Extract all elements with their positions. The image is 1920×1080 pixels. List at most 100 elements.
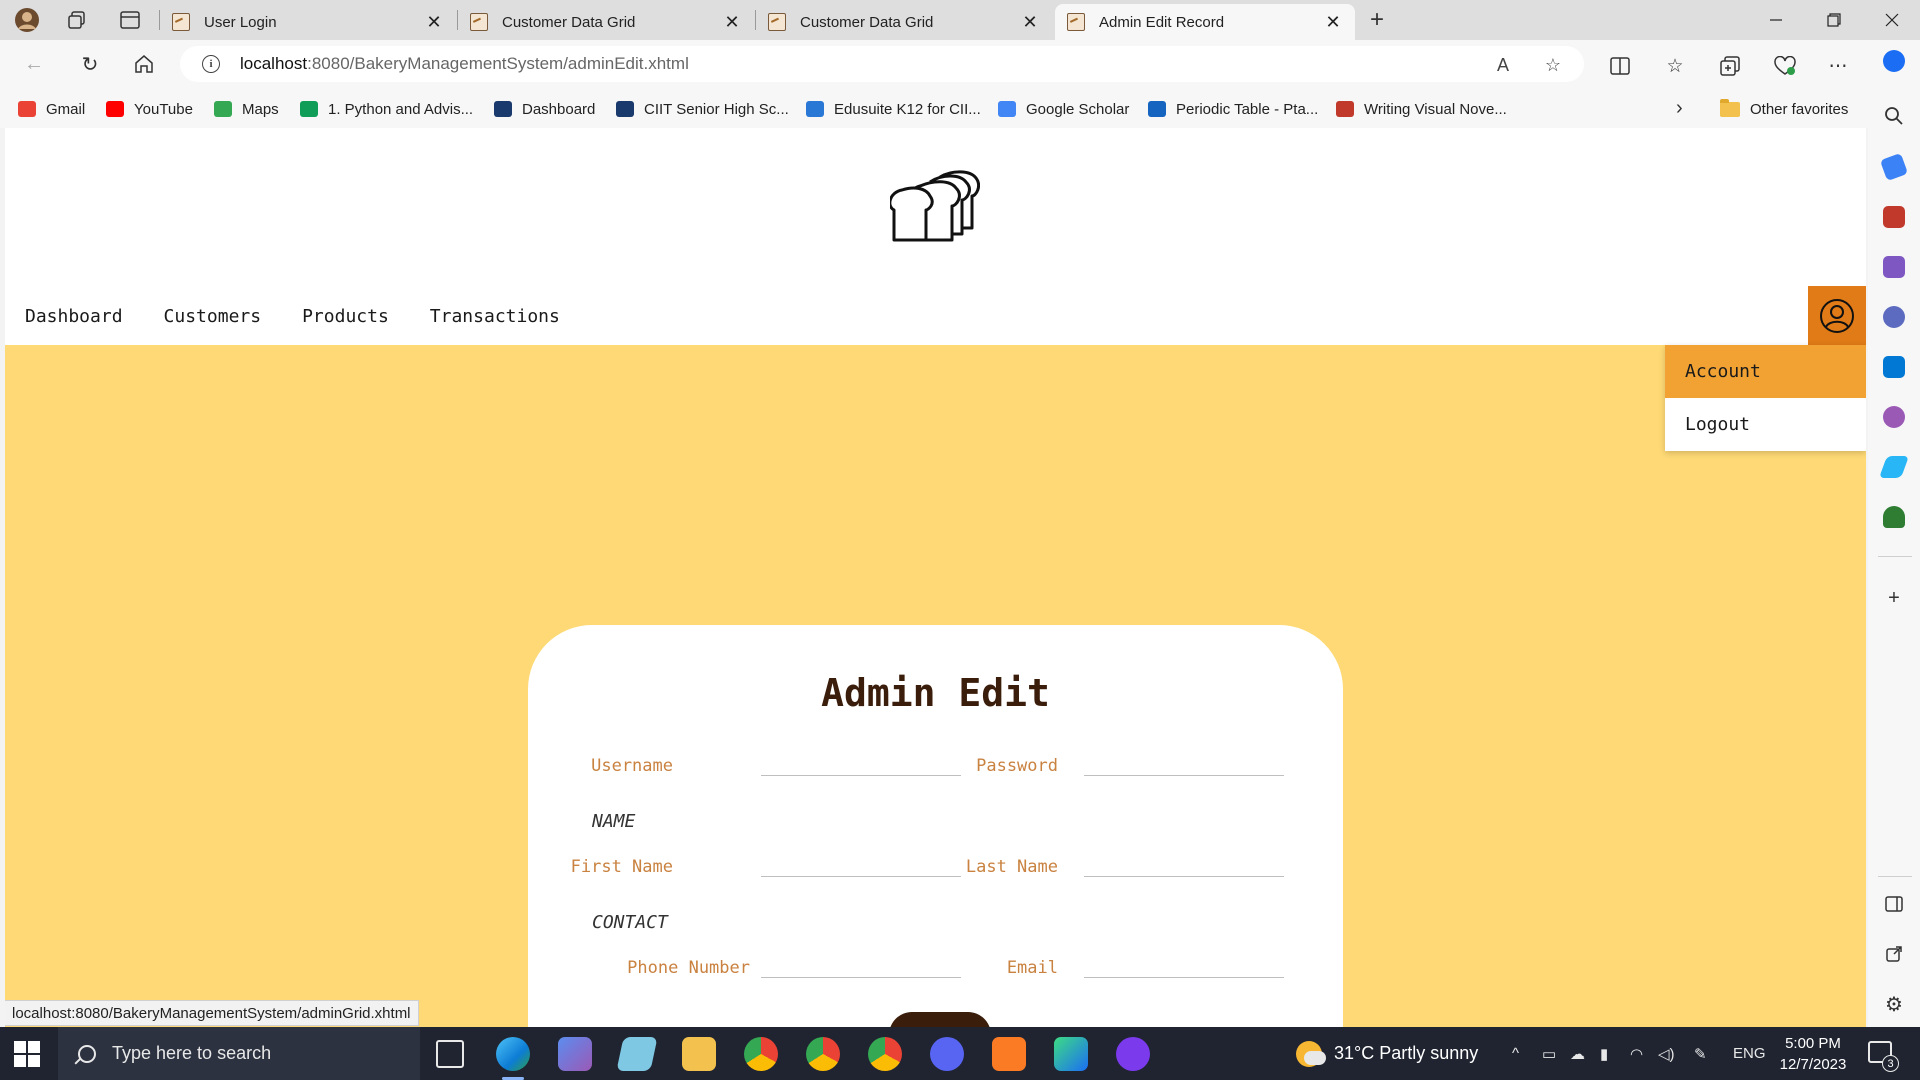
bookmark-edusuite[interactable]: Edusuite K12 for CII... [806, 98, 981, 120]
last-name-field[interactable] [1084, 851, 1284, 877]
external-link-icon[interactable] [1880, 940, 1908, 968]
meet-now-icon[interactable]: ▭ [1542, 1027, 1556, 1080]
tab-actions-button[interactable] [113, 6, 147, 34]
microsoft-365-icon[interactable] [1883, 306, 1905, 328]
file-explorer-icon[interactable] [682, 1037, 716, 1071]
minimize-button[interactable] [1748, 0, 1804, 40]
bookmark-periodic-table[interactable]: Periodic Table - Pta... [1148, 98, 1318, 120]
page-viewport: Dashboard Customers Products Transaction… [5, 128, 1866, 1027]
settings-gear-icon[interactable]: ⚙ [1880, 990, 1908, 1018]
copilot-taskbar-icon[interactable] [558, 1037, 592, 1071]
notepad-taskbar-icon[interactable] [616, 1037, 658, 1071]
address-bar[interactable]: i localhost:8080/BakeryManagementSystem/… [180, 46, 1584, 82]
favorite-star-icon[interactable]: ☆ [1542, 54, 1564, 76]
register-button[interactable]: Register [889, 1012, 991, 1027]
collections-icon[interactable] [1718, 54, 1742, 78]
pen-icon[interactable]: ✎ [1694, 1027, 1707, 1080]
split-screen-icon[interactable] [1608, 54, 1632, 78]
tab-close-icon[interactable]: ✕ [1020, 12, 1040, 33]
nav-products[interactable]: Products [302, 306, 389, 327]
tab-user-login[interactable]: User Login ✕ [160, 4, 456, 40]
tab-admin-edit-record[interactable]: Admin Edit Record ✕ [1055, 4, 1355, 40]
nav-customers[interactable]: Customers [164, 306, 262, 327]
email-field[interactable] [1084, 952, 1284, 978]
shopping-tag-icon[interactable] [1879, 152, 1909, 182]
password-field[interactable] [1084, 750, 1284, 776]
browser-essentials-icon[interactable] [1773, 54, 1797, 78]
chevron-up-icon[interactable]: ^ [1512, 1027, 1519, 1080]
user-dropdown-menu: Account Logout [1665, 345, 1866, 451]
nav-dashboard[interactable]: Dashboard [25, 306, 123, 327]
xampp-icon[interactable] [992, 1037, 1026, 1071]
bookmark-writing-visual-novel[interactable]: Writing Visual Nove... [1336, 98, 1507, 120]
send-icon[interactable] [1878, 456, 1910, 478]
tab-close-icon[interactable]: ✕ [424, 12, 444, 33]
copilot-icon[interactable] [1883, 50, 1905, 72]
workspaces-button[interactable] [60, 6, 94, 34]
tree-icon[interactable] [1883, 506, 1905, 528]
wifi-icon[interactable]: ◠ [1630, 1027, 1643, 1080]
phone-number-field[interactable] [761, 952, 961, 978]
chevron-right-icon[interactable]: › [1676, 97, 1683, 120]
close-window-button[interactable] [1864, 0, 1920, 40]
favorites-icon[interactable]: ☆ [1663, 54, 1687, 78]
language-indicator[interactable]: ENG [1733, 1027, 1766, 1080]
profile-avatar[interactable] [10, 6, 44, 34]
volume-icon[interactable]: ◁) [1658, 1027, 1675, 1080]
more-options-icon[interactable]: ⋯ [1826, 54, 1850, 78]
weather-widget[interactable]: 31°C Partly sunny [1296, 1027, 1478, 1080]
sheets-icon [300, 101, 318, 117]
tab-close-icon[interactable]: ✕ [722, 12, 742, 33]
first-name-field[interactable] [761, 851, 961, 877]
onedrive-icon[interactable]: ☁ [1570, 1027, 1585, 1080]
refresh-icon: ↻ [81, 53, 99, 76]
chrome-profile-icon[interactable] [806, 1037, 840, 1071]
github-desktop-icon[interactable] [1116, 1037, 1150, 1071]
bookmark-label: Google Scholar [1026, 100, 1130, 118]
edge-taskbar-icon[interactable] [496, 1037, 530, 1080]
read-aloud-icon[interactable]: A [1492, 54, 1514, 76]
home-button[interactable] [126, 48, 162, 80]
menu-item-account[interactable]: Account [1665, 345, 1866, 398]
taskbar-search[interactable]: Type here to search [58, 1027, 420, 1080]
discord-icon[interactable] [930, 1037, 964, 1071]
bookmark-label: Other favorites [1750, 100, 1849, 118]
bookmark-python[interactable]: 1. Python and Advis... [300, 98, 473, 120]
outlook-icon[interactable] [1883, 356, 1905, 378]
bookmark-youtube[interactable]: YouTube [106, 98, 193, 120]
system-clock[interactable]: 5:00 PM 12/7/2023 [1770, 1033, 1856, 1075]
battery-icon[interactable]: ▮ [1600, 1027, 1608, 1080]
restore-button[interactable] [1806, 0, 1862, 40]
chrome-profile-n-icon[interactable] [868, 1037, 902, 1071]
bookmark-gmail[interactable]: Gmail [18, 98, 85, 120]
tab-customer-data-grid-2[interactable]: Customer Data Grid ✕ [756, 4, 1052, 40]
back-button[interactable]: ← [16, 48, 52, 80]
menu-item-logout[interactable]: Logout [1665, 398, 1866, 451]
games-icon[interactable] [1883, 256, 1905, 278]
refresh-button[interactable]: ↻ [72, 48, 108, 80]
netbeans-icon[interactable] [1054, 1037, 1088, 1071]
new-tab-button[interactable]: + [1360, 4, 1394, 36]
windows-start-icon[interactable] [14, 1041, 40, 1067]
bread-logo-icon [890, 170, 980, 242]
bookmark-other-favorites[interactable]: Other favorites [1720, 98, 1848, 120]
add-icon[interactable]: + [1880, 584, 1908, 612]
bookmark-google-scholar[interactable]: Google Scholar [998, 98, 1129, 120]
bookmark-dashboard[interactable]: Dashboard [494, 98, 595, 120]
chrome-icon[interactable] [744, 1037, 778, 1071]
designer-icon[interactable] [1883, 406, 1905, 428]
hide-sidebar-icon[interactable] [1880, 890, 1908, 918]
bookmark-maps[interactable]: Maps [214, 98, 279, 120]
task-view-icon[interactable] [436, 1040, 464, 1068]
tools-icon[interactable] [1883, 206, 1905, 228]
bookmark-label: Writing Visual Nove... [1364, 100, 1507, 118]
tab-close-icon[interactable]: ✕ [1323, 12, 1343, 33]
username-field[interactable] [761, 750, 961, 776]
site-info-icon[interactable]: i [202, 55, 220, 73]
user-menu-button[interactable] [1808, 286, 1866, 345]
clock-time: 5:00 PM [1785, 1035, 1841, 1052]
bookmark-ciit[interactable]: CIIT Senior High Sc... [616, 98, 789, 120]
search-icon[interactable] [1880, 102, 1908, 130]
nav-transactions[interactable]: Transactions [430, 306, 560, 327]
tab-customer-data-grid[interactable]: Customer Data Grid ✕ [458, 4, 754, 40]
